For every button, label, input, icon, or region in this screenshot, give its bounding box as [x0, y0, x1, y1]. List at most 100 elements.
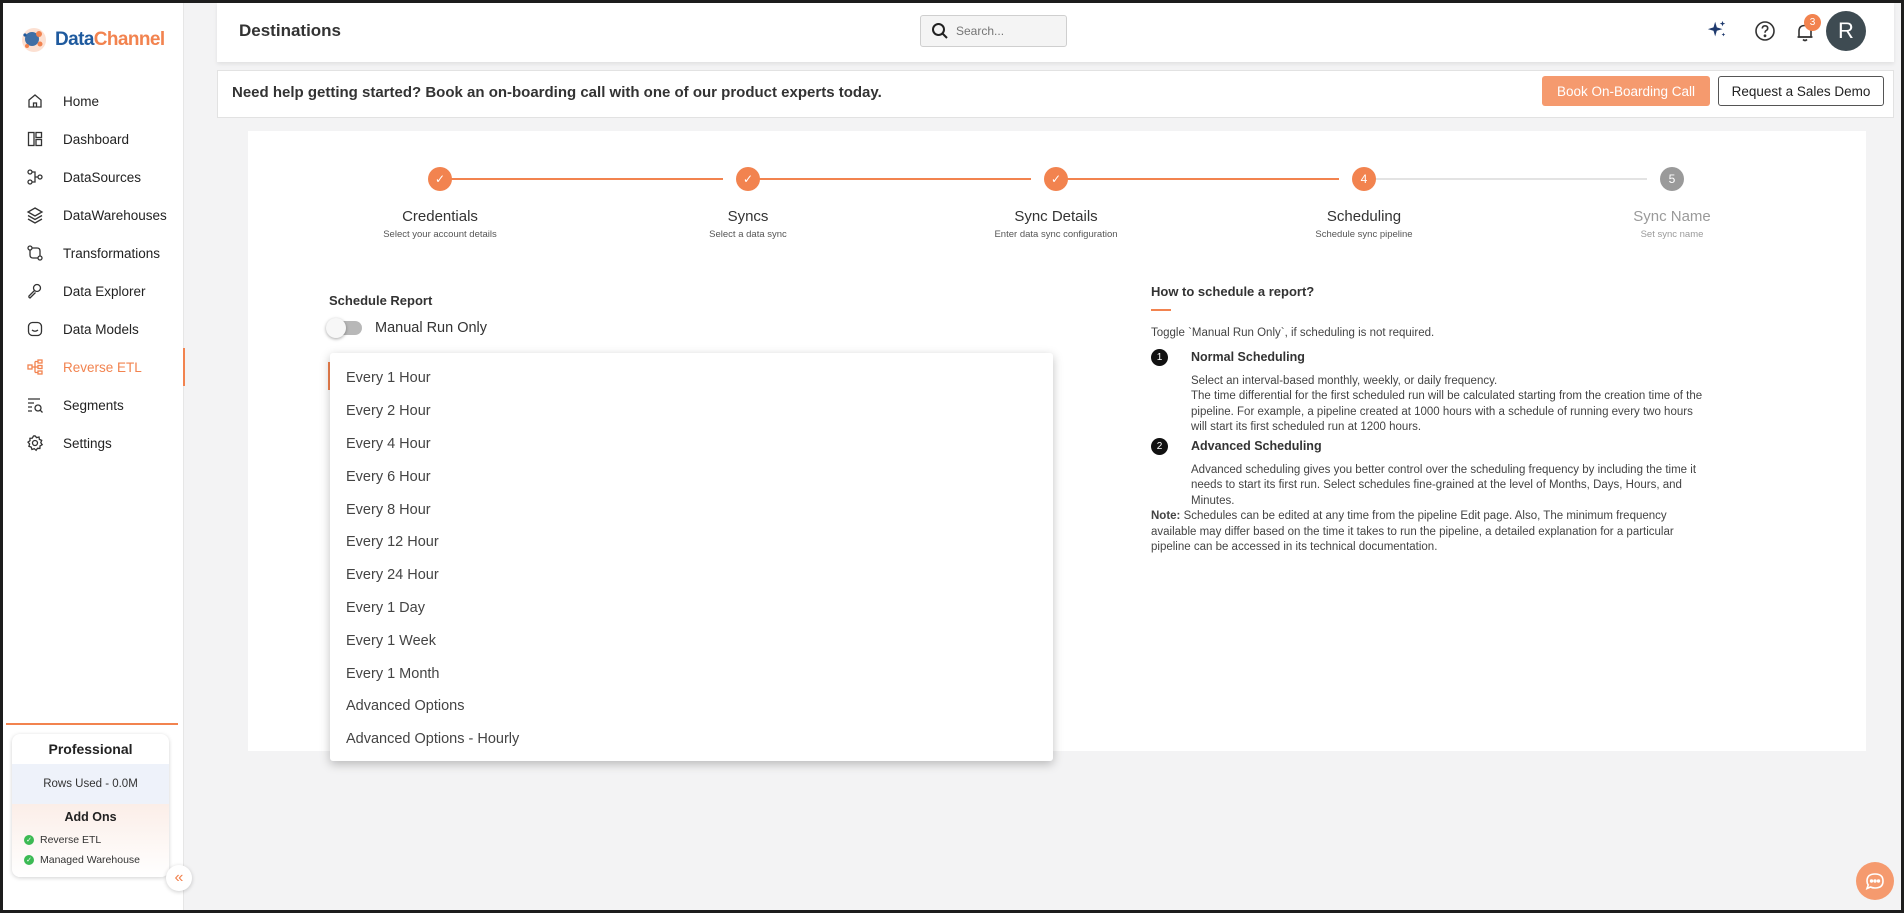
sidebar-item-label: Data Models [63, 321, 139, 337]
schedule-option[interactable]: Every 6 Hour [330, 460, 1053, 493]
schedule-option[interactable]: Advanced Options [330, 690, 1053, 723]
home-icon [26, 92, 44, 110]
step-1-label: Credentials [402, 208, 478, 225]
schedule-option[interactable]: Every 4 Hour [330, 428, 1053, 461]
toggle-knob [326, 318, 346, 338]
step-2-sub: Select a data sync [709, 229, 787, 240]
schedule-option[interactable]: Every 24 Hour [330, 559, 1053, 592]
help-section: How to schedule a report? Toggle `Manual… [1151, 284, 1711, 556]
help-item-body: Advanced scheduling gives you better con… [1151, 463, 1711, 510]
note-text: Schedules can be edited at any time from… [1151, 510, 1674, 553]
schedule-option[interactable]: Advanced Options - Hourly [330, 723, 1053, 756]
collapse-sidebar-button[interactable]: « [166, 865, 192, 891]
note-label: Note: [1151, 510, 1181, 522]
sidebar-item-datasources[interactable]: DataSources [3, 158, 184, 196]
check-icon: ✓ [1050, 172, 1062, 186]
step-5-circle[interactable]: 5 [1660, 167, 1684, 191]
step-3-circle[interactable]: ✓ [1044, 167, 1068, 191]
step-4-circle[interactable]: 4 [1352, 167, 1376, 191]
segments-icon [26, 396, 44, 414]
step-connector [1365, 178, 1647, 180]
schedule-option[interactable]: Every 1 Hour [330, 362, 1053, 395]
help-text: The time differential for the first sche… [1191, 390, 1703, 433]
help-item-title: Advanced Scheduling [1191, 439, 1322, 453]
help-item-title: Normal Scheduling [1191, 350, 1305, 364]
help-item-body: Select an interval-based monthly, weekly… [1151, 374, 1711, 436]
step-2-label: Syncs [727, 208, 769, 225]
sidebar-item-data-models[interactable]: Data Models [3, 310, 184, 348]
sidebar-item-label: DataSources [63, 169, 142, 185]
step-1-sub: Select your account details [383, 229, 497, 240]
sidebar-item-dashboard[interactable]: Dashboard [3, 120, 184, 158]
sidebar-item-label: Data Explorer [63, 283, 146, 299]
book-onboarding-call-button[interactable]: Book On-Boarding Call [1542, 76, 1710, 106]
search-input[interactable] [956, 24, 1056, 38]
schedule-option[interactable]: Every 1 Month [330, 657, 1053, 690]
logo-icon [22, 28, 46, 52]
manual-run-toggle[interactable] [326, 318, 362, 338]
step-4-sub: Schedule sync pipeline [1315, 229, 1413, 240]
logo[interactable]: DataChannel [19, 25, 165, 55]
check-icon: ✓ [434, 172, 446, 186]
help-intro: Toggle `Manual Run Only`, if scheduling … [1151, 327, 1435, 339]
schedule-option[interactable]: Every 1 Day [330, 592, 1053, 625]
page-title: Destinations [239, 21, 342, 40]
check-icon: ✓ [742, 172, 754, 186]
plan-card: Professional Rows Used - 0.0M Add Ons ✓ … [12, 734, 169, 877]
sidebar-item-label: Home [63, 93, 100, 109]
step-2-circle[interactable]: ✓ [736, 167, 760, 191]
sidebar-item-label: DataWarehouses [63, 207, 167, 223]
sidebar-item-transformations[interactable]: Transformations [3, 234, 184, 272]
layers-icon [26, 206, 44, 224]
database-icon [26, 320, 44, 338]
sparkles-icon[interactable] [1706, 19, 1728, 41]
help-text: Select an interval-based monthly, weekly… [1191, 374, 1498, 387]
step-connector [749, 178, 1031, 180]
banner-text: Need help getting started? Book an on-bo… [232, 84, 882, 101]
help-circle-icon[interactable] [1754, 20, 1776, 42]
schedule-option[interactable]: Every 2 Hour [330, 395, 1053, 428]
step-3-label: Sync Details [1014, 208, 1098, 225]
number-badge: 2 [1151, 437, 1168, 455]
sidebar-item-datawarehouses[interactable]: DataWarehouses [3, 196, 184, 234]
sidebar-item-label: Segments [63, 397, 124, 413]
plan-rows-used: Rows Used - 0.0M [12, 764, 169, 804]
chat-bubble-icon [1865, 873, 1884, 890]
sidebar-item-reverse-etl[interactable]: Reverse ETL [3, 348, 185, 386]
gear-icon [26, 434, 44, 452]
sidebar-item-home[interactable]: Home [3, 82, 184, 120]
schedule-report-label: Schedule Report [329, 293, 433, 308]
number-badge: 1 [1151, 348, 1168, 366]
onboarding-banner: Need help getting started? Book an on-bo… [217, 70, 1894, 118]
schedule-option[interactable]: Every 12 Hour [330, 526, 1053, 559]
schedule-option[interactable]: Every 1 Week [330, 624, 1053, 657]
datasources-icon [26, 168, 44, 186]
schedule-frequency-menu: Every 1 Hour Every 2 Hour Every 4 Hour E… [330, 353, 1053, 761]
manual-run-label: Manual Run Only [375, 320, 488, 336]
transform-icon [26, 244, 44, 262]
explorer-icon [26, 282, 44, 300]
avatar[interactable]: R [1826, 11, 1866, 51]
sidebar-item-data-explorer[interactable]: Data Explorer [3, 272, 184, 310]
check-circle-icon: ✓ [24, 855, 34, 865]
step-connector [1057, 178, 1339, 180]
sidebar-item-settings[interactable]: Settings [3, 424, 184, 462]
request-sales-demo-button[interactable]: Request a Sales Demo [1718, 76, 1884, 106]
schedule-option[interactable]: Every 8 Hour [330, 493, 1053, 526]
addon-item: ✓ Reverse ETL [12, 830, 169, 850]
addons-title: Add Ons [64, 810, 117, 824]
help-item-advanced: 2 Advanced Scheduling [1151, 437, 1711, 455]
help-title-underline [1151, 309, 1171, 311]
sidebar-item-segments[interactable]: Segments [3, 386, 184, 424]
sidebar-item-label: Reverse ETL [63, 359, 142, 375]
search-box[interactable] [920, 15, 1067, 47]
notification-badge: 3 [1804, 14, 1821, 31]
step-1-circle[interactable]: ✓ [428, 167, 452, 191]
plan-title: Professional [48, 741, 133, 757]
chat-support-button[interactable] [1856, 862, 1894, 900]
addon-label: Managed Warehouse [40, 854, 141, 866]
sidebar-nav: Home Dashboard DataSources DataWarehouse… [3, 82, 185, 462]
step-5-sub: Set sync name [1640, 229, 1704, 240]
help-item-normal: 1 Normal Scheduling [1151, 348, 1711, 366]
step-5-label: Sync Name [1633, 208, 1711, 225]
